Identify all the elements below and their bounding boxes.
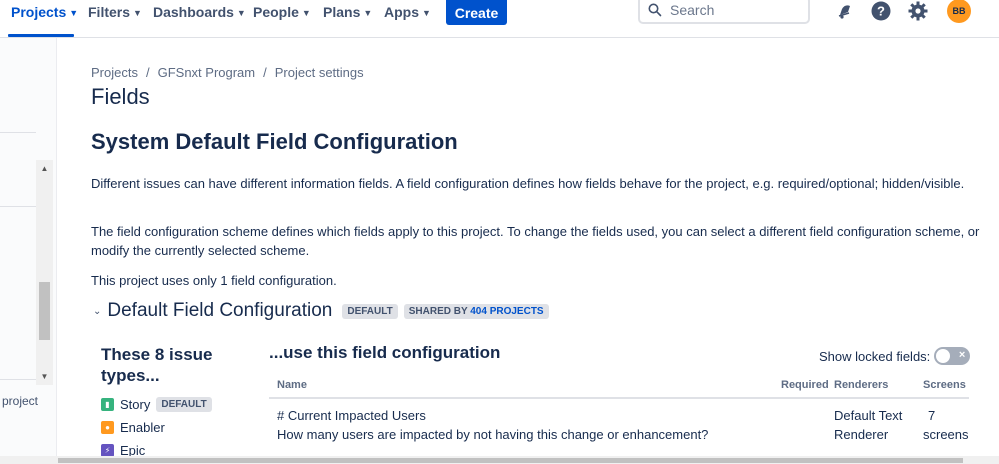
story-icon: ▮ [101, 398, 114, 411]
field-name: # Current Impacted Users [277, 408, 426, 423]
horizontal-scrollbar-thumb[interactable] [58, 458, 963, 463]
nav-plans-label: Plans [323, 4, 361, 20]
chevron-down-icon[interactable]: ⌄ [93, 306, 101, 317]
default-badge: DEFAULT [156, 397, 212, 412]
search-icon [648, 3, 662, 17]
nav-apps-label: Apps [384, 4, 419, 20]
svg-text:?: ? [877, 4, 885, 19]
search-box[interactable] [638, 0, 810, 24]
column-header-required: Required [781, 379, 829, 391]
notifications-icon[interactable] [834, 0, 856, 22]
breadcrumb-separator: / [145, 65, 150, 80]
nav-plans[interactable]: Plans ▼ [323, 0, 372, 24]
top-navigation: Projects ▼ Filters ▼ Dashboards ▼ People… [0, 0, 999, 38]
description-paragraph: Different issues can have different info… [91, 176, 965, 191]
sidebar-divider [0, 132, 36, 133]
fields-table-heading: ...use this field configuration [269, 343, 501, 362]
page-title: Fields [91, 84, 150, 109]
column-header-renderers: Renderers [834, 379, 889, 391]
nav-projects-label: Projects [11, 4, 67, 20]
field-config-name: Default Field Configuration [107, 300, 333, 321]
scroll-up-arrow-icon[interactable]: ▲ [36, 160, 53, 177]
shared-badge[interactable]: SHARED BY 404 PROJECTS [403, 303, 549, 319]
nav-projects[interactable]: Projects ▼ [11, 0, 78, 24]
help-icon[interactable]: ? [870, 0, 892, 22]
chevron-down-icon: ▼ [422, 7, 431, 18]
chevron-down-icon: ▼ [363, 7, 373, 18]
nav-filters[interactable]: Filters ▼ [88, 0, 142, 24]
shared-prefix: SHARED BY [408, 305, 468, 317]
field-renderer[interactable]: Default Text [834, 406, 902, 425]
scroll-down-arrow-icon[interactable]: ▼ [36, 368, 53, 385]
nav-dashboards-label: Dashboards [153, 4, 234, 20]
issue-type-story: ▮ Story DEFAULT [101, 397, 212, 412]
issue-type-label: Story [120, 397, 151, 412]
chevron-down-icon: ▼ [301, 7, 311, 18]
nav-dashboards[interactable]: Dashboards ▼ [153, 0, 246, 24]
column-header-screens: Screens [923, 379, 966, 391]
nav-filters-label: Filters [88, 4, 131, 20]
nav-people-label: People [253, 4, 299, 20]
enabler-icon: ● [101, 421, 114, 434]
sidebar-partial-text[interactable]: project [2, 394, 38, 408]
show-locked-label: Show locked fields: [819, 348, 931, 364]
table-header-divider [269, 397, 969, 399]
shared-suffix[interactable]: PROJECTS [490, 306, 544, 317]
chevron-down-icon: ▼ [236, 7, 246, 18]
config-title: System Default Field Configuration [91, 129, 458, 154]
scrollbar-thumb[interactable] [39, 282, 50, 340]
field-screens-label[interactable]: screens [923, 425, 969, 444]
show-locked-fields: Show locked fields: × [819, 347, 971, 365]
field-description: How many users are impacted by not havin… [277, 427, 709, 442]
field-renderer-cont[interactable]: Renderer [834, 425, 888, 444]
breadcrumb-project[interactable]: GFSnxt Program [158, 65, 256, 80]
breadcrumb: Projects / GFSnxt Program / Project sett… [91, 65, 364, 80]
active-nav-indicator [8, 34, 74, 37]
avatar[interactable]: BB [947, 0, 971, 23]
toggle-knob [936, 349, 951, 363]
search-input[interactable] [670, 2, 790, 18]
field-config-header[interactable]: ⌄ Default Field Configuration DEFAULT SH… [93, 300, 549, 322]
usage-paragraph: This project uses only 1 field configura… [91, 273, 337, 288]
sidebar-scrollbar[interactable]: ▲ ▼ [36, 160, 53, 385]
nav-apps[interactable]: Apps ▼ [384, 0, 431, 24]
breadcrumb-separator: / [263, 65, 267, 80]
column-header-name: Name [277, 379, 307, 391]
issue-types-heading: These 8 issue types... [101, 345, 213, 385]
breadcrumb-projects[interactable]: Projects [91, 65, 138, 80]
field-screens-count[interactable]: 7 [928, 406, 935, 425]
settings-gear-icon[interactable] [907, 0, 929, 22]
default-badge: DEFAULT [342, 303, 398, 319]
sidebar-divider [0, 379, 36, 380]
issue-type-enabler: ● Enabler [101, 420, 165, 435]
nav-people[interactable]: People ▼ [253, 0, 311, 24]
chevron-down-icon: ▼ [133, 7, 142, 18]
scheme-paragraph: The field configuration scheme defines w… [91, 224, 980, 258]
shared-count[interactable]: 404 [470, 306, 487, 317]
chevron-down-icon: ▼ [69, 7, 79, 18]
show-locked-toggle[interactable]: × [934, 347, 971, 365]
close-icon: × [958, 349, 966, 361]
breadcrumb-project-settings[interactable]: Project settings [275, 65, 364, 80]
sidebar-divider [0, 206, 36, 207]
create-button[interactable]: Create [446, 0, 507, 25]
issue-type-label: Enabler [120, 420, 165, 435]
